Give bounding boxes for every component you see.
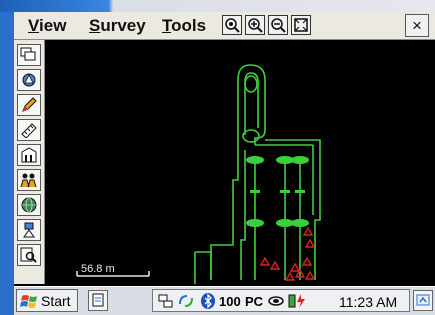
instrument-button[interactable] xyxy=(17,69,41,91)
instrument-icon xyxy=(22,73,36,87)
network-icon[interactable] xyxy=(267,292,285,310)
menu-tools[interactable]: Tools xyxy=(162,16,206,36)
layers-icon xyxy=(20,47,36,61)
gps-button[interactable] xyxy=(17,219,41,241)
building-icon xyxy=(21,147,37,163)
connection-icon[interactable] xyxy=(157,292,175,310)
close-button[interactable]: × xyxy=(405,14,429,37)
search-icon xyxy=(20,247,37,263)
desktop-frame xyxy=(0,0,435,12)
pc-connection-badge[interactable]: PC xyxy=(245,294,263,309)
app-icon xyxy=(92,293,104,307)
search-button[interactable] xyxy=(17,244,41,266)
keyboard-button[interactable] xyxy=(413,290,433,311)
survey-team-icon xyxy=(20,173,37,188)
zoom-out-icon xyxy=(271,18,286,33)
survey-team-button[interactable] xyxy=(17,169,41,191)
activesync-icon[interactable] xyxy=(177,292,195,310)
input-panel-icon xyxy=(416,294,430,306)
building-button[interactable] xyxy=(17,144,41,166)
bluetooth-icon[interactable] xyxy=(199,292,217,310)
system-tray: 100 PC 11:23 AM xyxy=(152,289,410,312)
zoom-out-button[interactable] xyxy=(268,15,288,35)
map-canvas[interactable] xyxy=(45,40,435,284)
zoom-extents-icon xyxy=(225,18,240,33)
layers-button[interactable] xyxy=(17,44,41,66)
taskbar: Start 100 PC 11:23 AM xyxy=(14,286,435,315)
zoom-window-icon xyxy=(294,18,308,32)
clock[interactable]: 11:23 AM xyxy=(339,294,397,310)
menu-view[interactable]: View xyxy=(28,16,66,36)
scale-bar-label: 56.8 m xyxy=(81,263,115,275)
gps-icon xyxy=(23,222,35,238)
globe-button[interactable] xyxy=(17,194,41,216)
power-icon[interactable] xyxy=(287,292,309,310)
menu-bar: View Survey Tools × xyxy=(14,12,435,40)
zoom-window-button[interactable] xyxy=(291,15,311,35)
zoom-extents-button[interactable] xyxy=(222,15,242,35)
draw-button[interactable] xyxy=(17,94,41,116)
start-button[interactable]: Start xyxy=(16,289,78,312)
globe-icon xyxy=(21,197,37,213)
zoom-in-icon xyxy=(248,18,263,33)
site-plan-drawing xyxy=(76,64,321,284)
linework xyxy=(194,64,321,284)
ruler-icon xyxy=(21,123,37,138)
pencil-icon xyxy=(22,97,37,112)
start-label: Start xyxy=(41,293,71,309)
zoom-in-button[interactable] xyxy=(245,15,265,35)
task-app-button[interactable] xyxy=(88,290,108,311)
survey-points xyxy=(259,226,316,281)
windows-flag-icon xyxy=(20,295,37,308)
menu-survey[interactable]: Survey xyxy=(89,16,146,36)
measure-button[interactable] xyxy=(17,119,41,141)
left-toolbar xyxy=(14,40,45,284)
battery-level-badge[interactable]: 100 xyxy=(219,294,241,309)
